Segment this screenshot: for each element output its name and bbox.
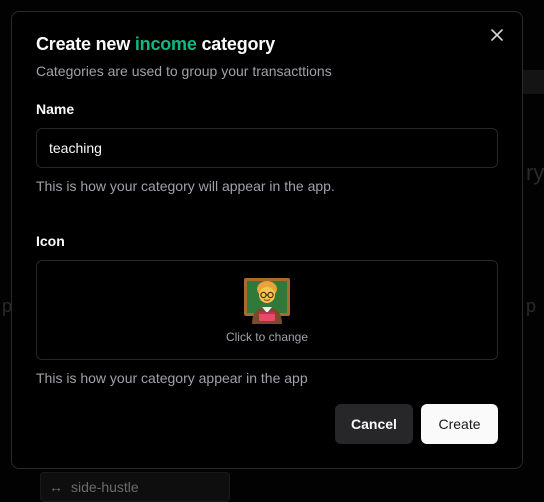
background-text-fragment: ry	[526, 160, 544, 185]
create-category-dialog: Create new income category Categories ar…	[11, 11, 523, 469]
name-help-text: This is how your category will appear in…	[36, 178, 335, 194]
teacher-emoji-icon	[244, 278, 290, 324]
create-button[interactable]: Create	[421, 404, 498, 444]
icon-help-text: This is how your category appear in the …	[36, 370, 308, 386]
cancel-button[interactable]: Cancel	[335, 404, 413, 444]
close-button[interactable]	[488, 26, 506, 44]
icon-picker-caption: Click to change	[225, 330, 309, 344]
title-accent: income	[134, 34, 197, 54]
dialog-title: Create new income category	[36, 34, 275, 55]
background-divider	[523, 70, 544, 94]
dialog-subtitle: Categories are used to group your transa…	[36, 63, 332, 79]
background-text-fragment: p	[526, 296, 537, 316]
name-input[interactable]	[36, 128, 498, 168]
title-suffix: category	[196, 34, 275, 54]
arrows-horizontal-icon: ↔	[49, 479, 63, 495]
icon-label: Icon	[36, 233, 65, 249]
title-prefix: Create new	[36, 34, 135, 54]
name-label: Name	[36, 101, 75, 117]
close-icon	[491, 29, 503, 41]
background-category-label: side-hustle	[71, 479, 139, 495]
icon-picker[interactable]: Click to change	[36, 260, 498, 360]
